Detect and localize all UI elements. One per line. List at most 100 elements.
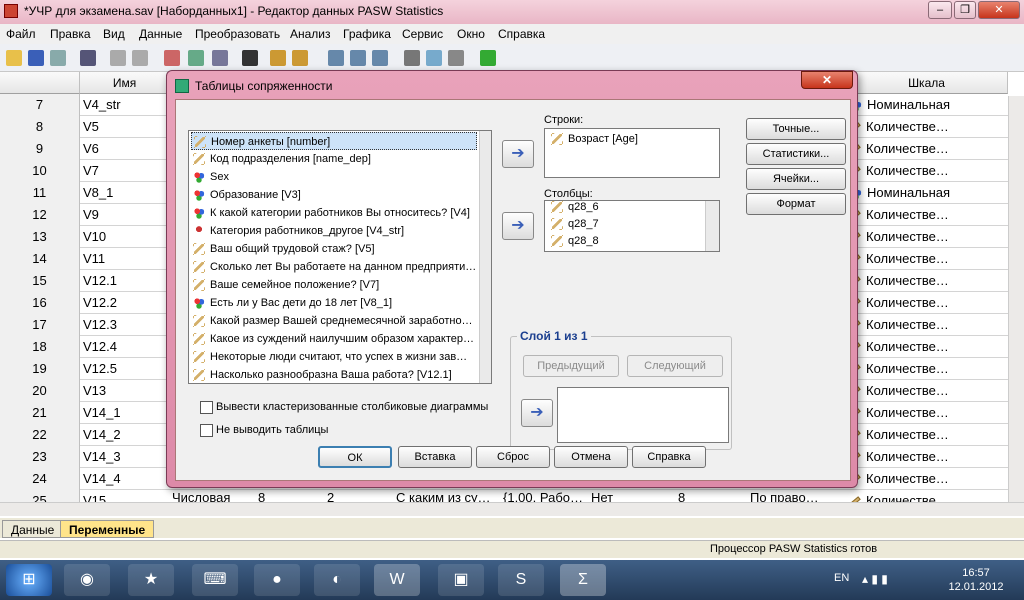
undo-icon[interactable] [110,50,126,66]
measure-cell[interactable]: Количестве… [848,204,949,226]
variable-list-item[interactable]: Есть ли у Вас дети до 18 лет [V8_1] [191,294,477,312]
variable-list-item[interactable]: Категория работников_другое [V4_str] [191,222,477,240]
variable-name-cell[interactable]: V8_1 [83,182,113,204]
menu-analyze[interactable]: Анализ [290,27,331,41]
insert-cases-icon[interactable] [270,50,286,66]
reset-button[interactable]: Сброс [476,446,550,468]
redo-icon[interactable] [132,50,148,66]
print-icon[interactable] [50,50,66,66]
variable-list-item[interactable]: Сколько лет Вы работаете на данном предп… [191,258,477,276]
columns-list-scrollbar[interactable] [705,201,719,251]
row-number[interactable]: 13 [0,226,80,248]
variable-name-cell[interactable]: V12.1 [83,270,117,292]
sheriff-app-icon[interactable]: ★ [128,564,174,596]
row-number[interactable]: 14 [0,248,80,270]
variable-list-item[interactable]: Некоторые люди считают, что успех в жизн… [191,348,477,366]
variable-name-cell[interactable]: V6 [83,138,99,160]
measure-cell[interactable]: Количестве… [848,314,949,336]
row-number[interactable]: 20 [0,380,80,402]
tab-variable-view[interactable]: Переменные [60,520,155,538]
measure-cell[interactable]: Количестве… [848,336,949,358]
measure-cell[interactable]: Количестве… [848,116,949,138]
row-number[interactable]: 9 [0,138,80,160]
measure-cell[interactable]: Количестве… [848,160,949,182]
start-button[interactable]: ⊞ [6,564,52,596]
weight-cases-icon[interactable] [350,50,366,66]
variable-name-cell[interactable]: V12.4 [83,336,117,358]
variable-name-cell[interactable]: V4_str [83,94,121,116]
row-number[interactable]: 18 [0,336,80,358]
menu-graphs[interactable]: Графика [343,27,391,41]
variable-name-cell[interactable]: V13 [83,380,106,402]
cancel-button[interactable]: Отмена [554,446,628,468]
select-cases-icon[interactable] [372,50,388,66]
variable-name-cell[interactable]: V10 [83,226,106,248]
ok-button[interactable]: ОК [318,446,392,468]
move-to-rows-button[interactable]: ➔ [502,140,534,168]
paste-button[interactable]: Вставка [398,446,472,468]
keyboard-app-icon[interactable]: ⌨ [192,564,238,596]
measure-cell[interactable]: Количестве… [848,292,949,314]
row-number[interactable]: 22 [0,424,80,446]
clock[interactable]: 16:57 12.01.2012 [948,566,1004,594]
menu-utilities[interactable]: Сервис [402,27,443,41]
variable-name-cell[interactable]: V12.2 [83,292,117,314]
find-icon[interactable] [242,50,258,66]
minimize-button[interactable]: – [928,1,952,19]
measure-cell[interactable]: Количестве… [848,424,949,446]
use-sets-icon[interactable] [426,50,442,66]
exact-button[interactable]: Точные... [746,118,846,140]
row-number[interactable]: 19 [0,358,80,380]
previous-layer-button[interactable]: Предыдущий [523,355,619,377]
help-button[interactable]: Справка [632,446,706,468]
move-to-layer-button[interactable]: ➔ [521,399,553,427]
measure-cell[interactable]: Количестве… [848,270,949,292]
variable-list-item[interactable]: Sex [191,168,477,186]
measure-cell[interactable]: Количестве… [848,248,949,270]
menu-view[interactable]: Вид [103,27,125,41]
horizontal-scrollbar[interactable] [0,502,1024,516]
column-header-scale[interactable]: Шкала [846,72,1008,94]
value-labels-icon[interactable] [404,50,420,66]
dialog-recall-icon[interactable] [80,50,96,66]
variable-name-cell[interactable]: V11 [83,248,105,270]
rows-list[interactable]: Возраст [Age] [544,128,720,178]
columns-item[interactable]: q28_6 [549,201,599,214]
row-number[interactable]: 21 [0,402,80,424]
variable-list-item[interactable]: Ваше семейное положение? [V7] [191,276,477,294]
maximize-button[interactable]: ❐ [954,1,976,19]
open-icon[interactable] [6,50,22,66]
variable-list-item[interactable]: Какое из суждений наилучшим образом хара… [191,330,477,348]
variable-list-item[interactable]: К какой категории работников Вы относите… [191,204,477,222]
row-number[interactable]: 10 [0,160,80,182]
pasw-icon[interactable]: Σ [560,564,606,596]
menu-edit[interactable]: Правка [50,27,91,41]
measure-cell[interactable]: Количестве… [848,468,949,490]
vertical-scrollbar[interactable] [1008,96,1024,502]
measure-cell[interactable]: Количестве… [848,226,949,248]
variable-list-scrollbar[interactable] [479,131,491,383]
menu-help[interactable]: Справка [498,27,545,41]
variable-name-cell[interactable]: V5 [83,116,99,138]
measure-cell[interactable]: Количестве… [848,402,949,424]
statistics-button[interactable]: Статистики... [746,143,846,165]
row-number[interactable]: 24 [0,468,80,490]
variable-list-item[interactable]: Образование [V3] [191,186,477,204]
row-number[interactable]: 16 [0,292,80,314]
variable-name-cell[interactable]: V14_4 [83,468,121,490]
column-header-name[interactable]: Имя [80,72,170,94]
suppress-tables-checkbox[interactable] [200,424,213,437]
variable-name-cell[interactable]: V14_1 [83,402,121,424]
save-icon[interactable] [28,50,44,66]
goto-variable-icon[interactable] [188,50,204,66]
next-layer-button[interactable]: Следующий [627,355,723,377]
goto-case-icon[interactable] [164,50,180,66]
media-icon[interactable]: ● [254,564,300,596]
language-indicator[interactable]: EN [834,572,849,584]
menu-window[interactable]: Окно [457,27,485,41]
word-icon[interactable]: W [374,564,420,596]
row-number[interactable]: 8 [0,116,80,138]
variable-list-item[interactable]: Какой размер Вашей среднемесячной зарабо… [191,312,477,330]
row-number[interactable]: 11 [0,182,80,204]
variable-list-item[interactable]: Ваш общий трудовой стаж? [V5] [191,240,477,258]
